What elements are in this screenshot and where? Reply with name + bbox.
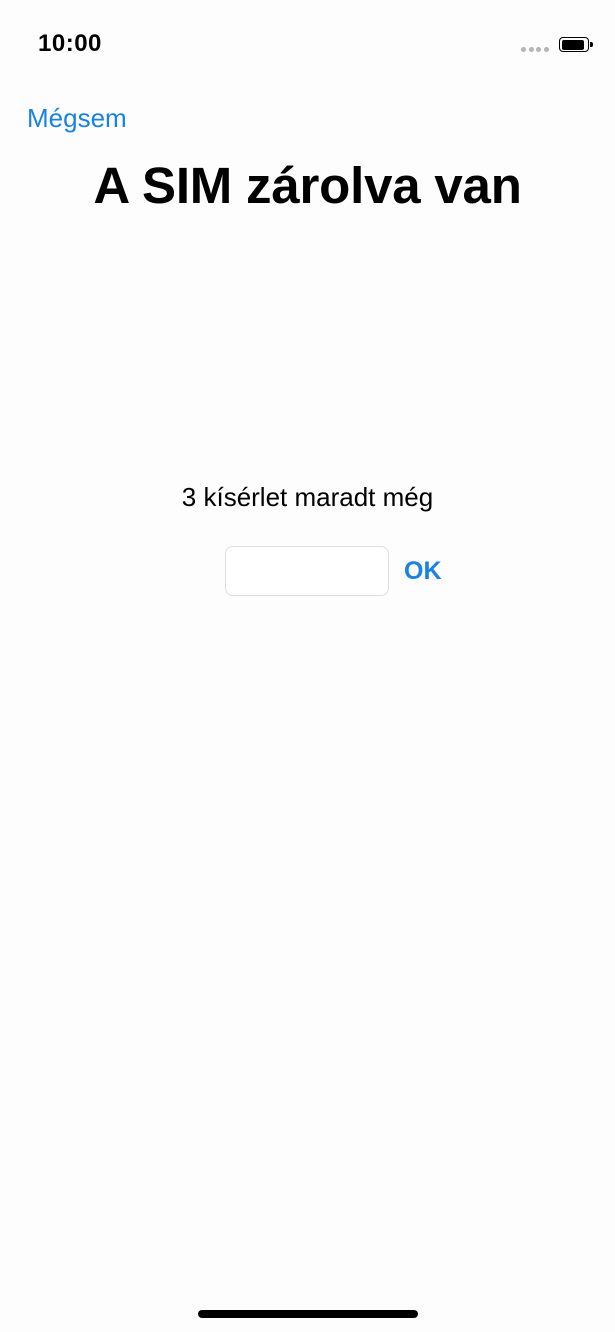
page-title: A SIM zárolva van bbox=[93, 157, 522, 214]
home-indicator[interactable] bbox=[198, 1310, 418, 1318]
attempts-remaining-text: 3 kísérlet maradt még bbox=[181, 482, 434, 512]
status-bar: 10:00 bbox=[0, 0, 615, 90]
cancel-button[interactable]: Mégsem bbox=[27, 103, 127, 134]
battery-icon bbox=[559, 37, 593, 54]
status-time: 10:00 bbox=[38, 30, 102, 57]
ok-button[interactable]: OK bbox=[404, 557, 442, 586]
signal-dots-icon bbox=[521, 47, 549, 53]
sim-pin-input[interactable] bbox=[225, 546, 389, 596]
